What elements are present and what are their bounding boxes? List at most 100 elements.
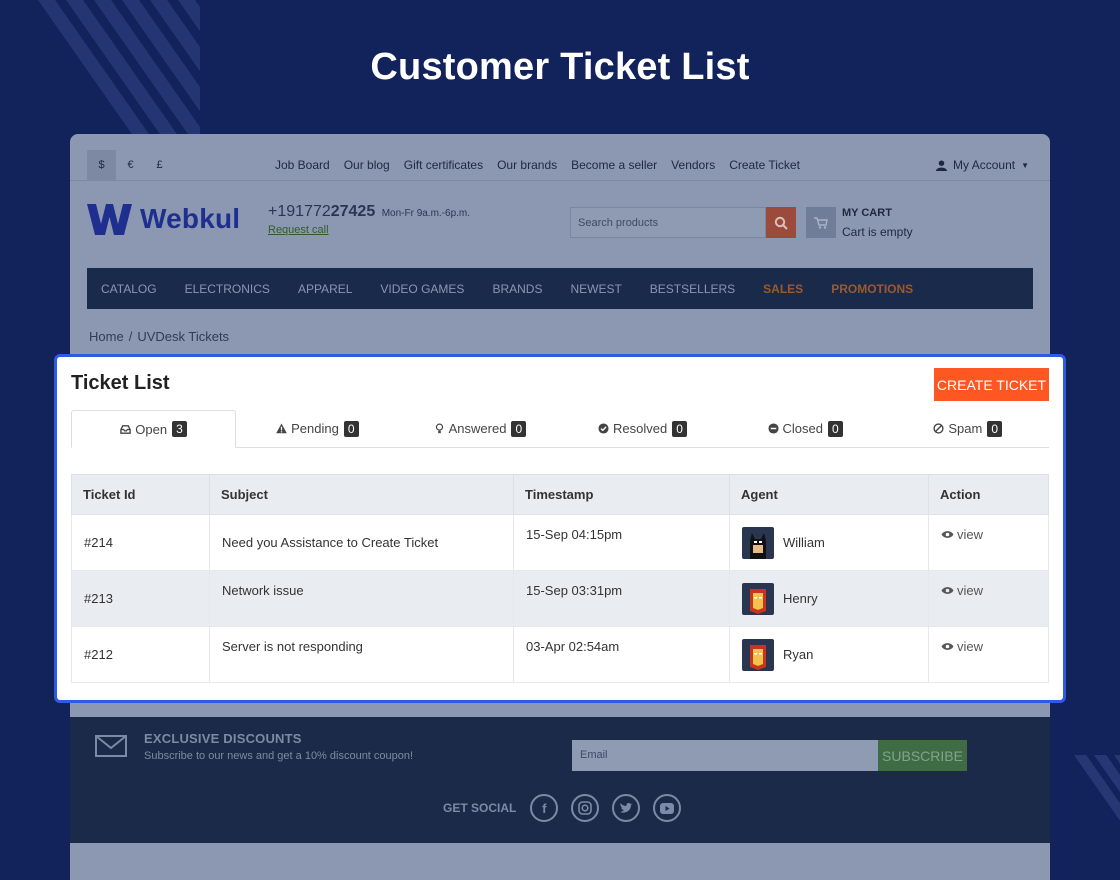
tab-label: Answered [448, 421, 507, 436]
phone-prefix: +191772 [268, 203, 331, 220]
ticket-subject[interactable]: Network issue [209, 570, 514, 627]
table-row[interactable]: #214 Need you Assistance to Create Ticke… [71, 514, 1049, 571]
inbox-icon [120, 424, 132, 434]
link-create-ticket[interactable]: Create Ticket [729, 158, 800, 172]
currency-gbp[interactable]: £ [145, 150, 174, 180]
instagram-icon[interactable] [571, 794, 600, 822]
link-gift-certificates[interactable]: Gift certificates [404, 158, 483, 172]
top-links: Job Board Our blog Gift certificates Our… [275, 158, 800, 172]
page-title: Customer Ticket List [370, 46, 750, 88]
tab-resolved[interactable]: Resolved 0 [561, 410, 724, 447]
lightbulb-icon [435, 423, 443, 434]
cart-button[interactable] [806, 207, 836, 238]
store-footer: EXCLUSIVE DISCOUNTS Subscribe to our new… [70, 717, 1050, 843]
view-label: view [957, 639, 984, 654]
nav-catalog[interactable]: CATALOG [101, 282, 157, 296]
tab-count-badge: 0 [343, 420, 359, 437]
column-header-action: Action [928, 474, 1049, 515]
social-label: GET SOCIAL [443, 801, 517, 815]
cart-info[interactable]: MY CART Cart is empty [842, 207, 913, 239]
facebook-icon[interactable]: f [530, 794, 559, 822]
tab-count-badge: 0 [672, 420, 687, 437]
view-link[interactable]: view [941, 583, 1036, 598]
tab-open[interactable]: Open 3 [71, 410, 236, 448]
breadcrumb: Home / UVDesk Tickets [89, 329, 230, 344]
table-row[interactable]: #213 Network issue 15-Sep 03:31pm Henry … [71, 570, 1049, 627]
tab-label: Open [135, 421, 168, 437]
phone-block: +19177227425 Mon-Fr 9a.m.-6p.m. Request … [268, 203, 470, 236]
link-our-blog[interactable]: Our blog [344, 158, 390, 172]
search-button[interactable] [766, 207, 796, 238]
view-label: view [957, 527, 984, 542]
nav-electronics[interactable]: ELECTRONICS [185, 282, 270, 296]
tab-pending[interactable]: Pending 0 [236, 410, 399, 447]
view-link[interactable]: view [941, 639, 1036, 654]
cart-icon [814, 216, 828, 229]
nav-newest[interactable]: NEWEST [570, 282, 621, 296]
user-icon [936, 159, 948, 171]
column-header-ticket-id[interactable]: Ticket Id [71, 474, 210, 515]
tab-label: Closed [782, 421, 823, 436]
ticket-list-title: Ticket List [71, 372, 170, 394]
column-header-subject[interactable]: Subject [209, 474, 514, 515]
agent-name: Ryan [783, 647, 814, 662]
tab-label: Spam [948, 421, 983, 436]
ticket-subject[interactable]: Server is not responding [209, 626, 514, 683]
search-icon [774, 216, 788, 230]
view-link[interactable]: view [941, 527, 1036, 542]
ticket-table: Ticket Id Subject Timestamp Agent Action… [71, 474, 1049, 683]
nav-sales[interactable]: SALES [763, 282, 803, 296]
tab-label: Pending [291, 421, 339, 436]
ticket-id: #213 [71, 570, 210, 627]
tab-answered[interactable]: Answered 0 [399, 410, 562, 447]
column-header-agent[interactable]: Agent [729, 474, 929, 515]
email-input[interactable]: Email [572, 740, 878, 771]
youtube-icon[interactable] [653, 794, 682, 822]
logo-text: Webkul [140, 203, 241, 234]
nav-brands[interactable]: BRANDS [492, 282, 542, 296]
nav-video-games[interactable]: VIDEO GAMES [380, 282, 464, 296]
currency-eur[interactable]: € [116, 150, 145, 180]
discount-title: EXCLUSIVE DISCOUNTS [144, 731, 302, 746]
search-input[interactable]: Search products [570, 207, 766, 238]
cart-status: Cart is empty [842, 225, 913, 239]
link-vendors[interactable]: Vendors [671, 158, 715, 172]
tab-label: Resolved [613, 421, 668, 436]
breadcrumb-home[interactable]: Home [89, 329, 124, 344]
store-logo[interactable]: Webkul [87, 203, 240, 235]
tab-closed[interactable]: Closed 0 [724, 410, 887, 447]
subscribe-button[interactable]: SUBSCRIBE [878, 740, 967, 771]
caret-down-icon: ▼ [1021, 160, 1029, 170]
nav-promotions[interactable]: PROMOTIONS [831, 282, 913, 296]
nav-bestsellers[interactable]: BESTSELLERS [650, 282, 735, 296]
tab-spam[interactable]: Spam 0 [886, 410, 1049, 447]
link-become-seller[interactable]: Become a seller [571, 158, 657, 172]
breadcrumb-current: UVDesk Tickets [137, 329, 230, 344]
envelope-icon [95, 735, 127, 757]
currency-usd[interactable]: $ [87, 150, 116, 180]
link-our-brands[interactable]: Our brands [497, 158, 557, 172]
column-header-timestamp[interactable]: Timestamp [513, 474, 730, 515]
cart-title: MY CART [842, 207, 892, 219]
account-label: My Account [953, 158, 1016, 172]
request-call-link[interactable]: Request call [268, 224, 470, 236]
nav-apparel[interactable]: APPAREL [298, 282, 352, 296]
twitter-icon[interactable] [612, 794, 641, 822]
ticket-timestamp: 15-Sep 03:31pm [513, 570, 730, 627]
discount-block: EXCLUSIVE DISCOUNTS Subscribe to our new… [144, 731, 413, 762]
ticket-id: #212 [71, 626, 210, 683]
ticket-status-tabs: Open 3 Pending 0 Answered 0 Resolved 0 C… [71, 410, 1049, 448]
account-menu[interactable]: My Account ▼ [936, 158, 1029, 172]
tab-count-badge: 0 [827, 420, 843, 437]
view-label: view [957, 583, 984, 598]
table-row[interactable]: #212 Server is not responding 03-Apr 02:… [71, 626, 1049, 683]
link-job-board[interactable]: Job Board [275, 158, 330, 172]
eye-icon [941, 531, 954, 538]
action-cell: view [928, 570, 1049, 627]
ticket-timestamp: 03-Apr 02:54am [513, 626, 730, 683]
action-cell: view [928, 514, 1049, 571]
currency-switcher: $ € £ [87, 150, 174, 180]
eye-icon [941, 643, 954, 650]
create-ticket-button[interactable]: CREATE TICKET [934, 368, 1049, 401]
ticket-subject[interactable]: Need you Assistance to Create Ticket [209, 514, 514, 571]
